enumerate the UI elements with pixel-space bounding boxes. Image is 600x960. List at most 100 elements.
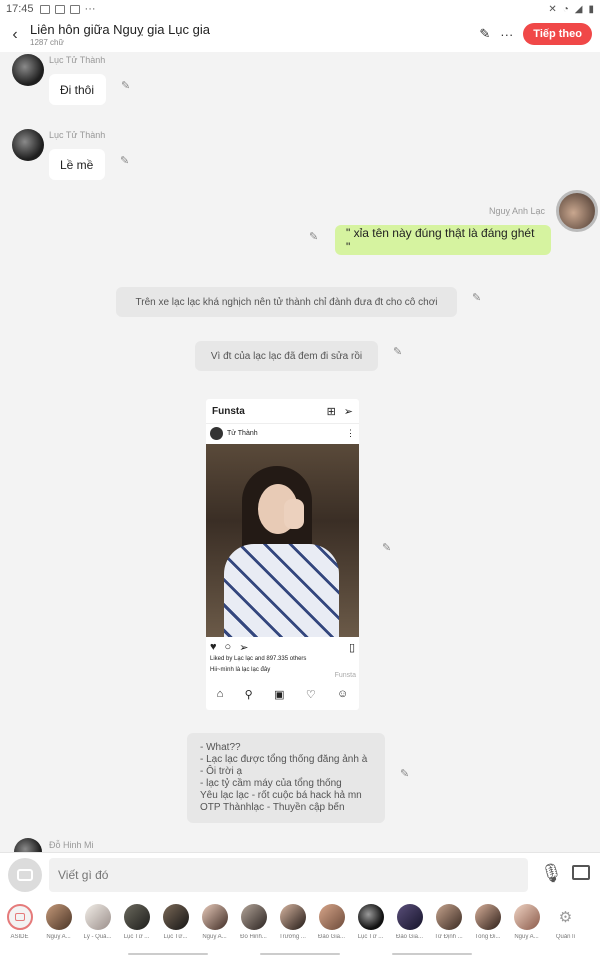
more-options-icon[interactable]: ··· bbox=[500, 27, 513, 42]
ig-caption: Hii~mình là lạc lạc đây bbox=[210, 667, 271, 673]
status-bar: 17:45 ··· ✕ ◔ ◢ ▮ bbox=[0, 0, 600, 18]
note-line: - Ôi trời ạ bbox=[200, 766, 243, 777]
status-icons: ··· bbox=[39, 3, 96, 15]
message-bubble[interactable]: Đi thôi bbox=[49, 74, 106, 105]
character-avatar bbox=[474, 904, 501, 930]
message-input-bar: 🎙 bbox=[0, 852, 600, 898]
profile-icon: ☺ bbox=[337, 688, 349, 700]
ig-app-name: Funsta bbox=[212, 405, 245, 417]
edit-pencil-icon[interactable]: ✎ bbox=[479, 26, 490, 42]
character-avatar bbox=[279, 904, 306, 930]
character-item[interactable]: Đào Gia... bbox=[312, 904, 351, 940]
character-avatar bbox=[123, 904, 150, 930]
ig-more-icon: ⋮ bbox=[346, 428, 355, 438]
edit-pencil-icon[interactable]: ✎ bbox=[120, 154, 129, 167]
aside-toggle-button[interactable] bbox=[8, 858, 42, 892]
character-name: Tử Định ... bbox=[434, 934, 463, 940]
chat-bubble-icon bbox=[17, 869, 33, 881]
character-name: Đào Gia... bbox=[395, 934, 423, 940]
add-post-icon: ⊞ bbox=[326, 405, 336, 418]
character-name: Lục Tử... bbox=[163, 934, 188, 940]
ig-header: Funsta ⊞ ➢ bbox=[206, 399, 359, 423]
ig-liked-by: Liked by Lạc lạc and 897.335 others bbox=[210, 656, 307, 662]
character-item[interactable]: Lục Tử... bbox=[156, 904, 195, 940]
character-avatar bbox=[162, 904, 189, 930]
ig-username: Tử Thành bbox=[227, 430, 258, 437]
note-line: Yêu lạc lạc - rốt cuộc bá hack hả mn bbox=[200, 790, 362, 801]
narration-bubble[interactable]: Vì đt của lạc lạc đã đem đi sửa rồi bbox=[195, 341, 378, 371]
character-name: Trường ... bbox=[279, 934, 306, 940]
back-arrow-icon[interactable]: ‹ bbox=[0, 26, 26, 44]
story-title: Liên hôn giữa Nguỵ gia Lục gia bbox=[30, 22, 210, 37]
character-name: Nguỵ A... bbox=[46, 934, 71, 940]
mute-icon: ✕ bbox=[548, 3, 557, 15]
character-item[interactable]: Đỗ Hinh... bbox=[234, 904, 273, 940]
character-name: Đỗ Hinh... bbox=[240, 934, 267, 940]
bookmark-icon: ▯ bbox=[348, 641, 355, 654]
note-line: - lạc tỷ cầm máy của tổng thống bbox=[200, 778, 342, 789]
character-item[interactable]: Nguỵ A... bbox=[39, 904, 78, 940]
sender-name: Nguỵ Anh Lạc bbox=[489, 206, 546, 216]
photo-hand bbox=[284, 499, 304, 529]
character-item[interactable]: Lý - Quả... bbox=[78, 904, 117, 940]
character-item[interactable]: Lục Tử ... bbox=[117, 904, 156, 940]
character-item[interactable]: Tử Định ... bbox=[429, 904, 468, 940]
photo-shirt bbox=[224, 544, 339, 637]
avatar[interactable] bbox=[556, 190, 598, 232]
character-name: Đào Gia... bbox=[317, 934, 345, 940]
send-icon: ➢ bbox=[343, 405, 353, 418]
edit-pencil-icon[interactable]: ✎ bbox=[309, 230, 318, 243]
character-management[interactable]: ⚙ Quản lí bbox=[546, 904, 585, 940]
edit-pencil-icon[interactable]: ✎ bbox=[400, 767, 409, 780]
microphone-icon[interactable]: 🎙 bbox=[540, 863, 563, 884]
nav-handle bbox=[128, 953, 208, 955]
avatar[interactable] bbox=[12, 54, 44, 86]
character-item[interactable]: Tống Đi... bbox=[468, 904, 507, 940]
message-bubble[interactable]: Lề mề bbox=[49, 149, 105, 180]
comments-note-bubble[interactable]: - What?? - Lạc lạc được tổng thống đăng … bbox=[187, 733, 385, 823]
character-item[interactable]: Lục Tử ... bbox=[351, 904, 390, 940]
aside-icon bbox=[6, 904, 33, 930]
avatar[interactable] bbox=[12, 129, 44, 161]
nav-handle bbox=[260, 953, 340, 955]
manage-user-icon: ⚙ bbox=[552, 904, 579, 930]
story-title-block: Liên hôn giữa Nguỵ gia Lục gia 1287 chữ bbox=[30, 22, 210, 48]
character-avatar bbox=[513, 904, 540, 930]
home-icon: ⌂ bbox=[216, 688, 224, 700]
heart-outline-icon: ♡ bbox=[305, 688, 316, 701]
character-item[interactable]: Trường ... bbox=[273, 904, 312, 940]
ig-post-photo bbox=[206, 444, 359, 637]
sender-name: Lục Tử Thành bbox=[49, 130, 106, 140]
character-aside[interactable]: ASIDE bbox=[0, 904, 39, 940]
more-dots: ··· bbox=[84, 3, 96, 15]
search-icon: ⚲ bbox=[244, 688, 253, 701]
sender-name: Đỗ Hinh Mi bbox=[49, 840, 94, 850]
message-input[interactable] bbox=[49, 858, 528, 892]
nav-handle bbox=[392, 953, 472, 955]
heart-icon: ♥ bbox=[210, 641, 217, 653]
header-actions: ✎ ··· Tiếp theo bbox=[479, 23, 592, 45]
wifi-icon: ◔ bbox=[562, 3, 569, 15]
ig-actions: ♥ ○ ➢ ▯ bbox=[206, 639, 359, 655]
narration-bubble[interactable]: Trên xe lạc lạc khá nghịch nên tử thành … bbox=[116, 287, 457, 317]
edit-pencil-icon[interactable]: ✎ bbox=[472, 291, 481, 304]
image-upload-icon[interactable] bbox=[572, 865, 590, 880]
character-name: Nguỵ A... bbox=[514, 934, 539, 940]
instagram-screenshot[interactable]: Funsta ⊞ ➢ Tử Thành ⋮ ♥ ○ ➢ ▯ Liked by L… bbox=[206, 399, 359, 710]
message-bubble[interactable]: " xỉa tên này đúng thật là đáng ghét " bbox=[335, 225, 551, 255]
character-item[interactable]: Đào Gia... bbox=[390, 904, 429, 940]
character-item[interactable]: Nguỵ A... bbox=[507, 904, 546, 940]
character-name: Lục Tử ... bbox=[123, 934, 150, 940]
character-name: Nguỵ A... bbox=[202, 934, 227, 940]
edit-pencil-icon[interactable]: ✎ bbox=[393, 345, 402, 358]
ig-post-user: Tử Thành ⋮ bbox=[206, 423, 359, 443]
next-button[interactable]: Tiếp theo bbox=[523, 23, 592, 45]
character-avatar bbox=[201, 904, 228, 930]
edit-pencil-icon[interactable]: ✎ bbox=[121, 79, 130, 92]
ig-user-avatar bbox=[210, 427, 223, 440]
comment-icon: ○ bbox=[224, 641, 232, 653]
edit-pencil-icon[interactable]: ✎ bbox=[382, 541, 391, 554]
character-item[interactable]: Nguỵ A... bbox=[195, 904, 234, 940]
character-name: Lục Tử ... bbox=[357, 934, 384, 940]
note-line: - What?? bbox=[200, 742, 241, 753]
